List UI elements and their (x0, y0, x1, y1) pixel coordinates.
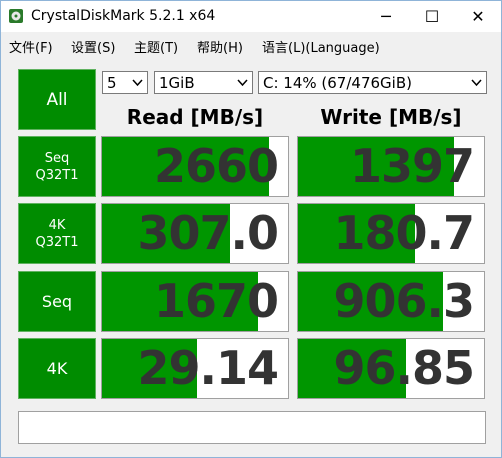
close-button[interactable]: ✕ (455, 1, 501, 32)
menu-file[interactable]: 文件(F) (9, 37, 53, 56)
comment-field[interactable] (18, 411, 486, 444)
write-value: 906.3 (333, 274, 475, 328)
menu-settings[interactable]: 设置(S) (71, 37, 115, 56)
title-bar: CrystalDiskMark 5.2.1 x64 ─ ☐ ✕ (1, 1, 501, 32)
seq-q32t1-button[interactable]: Seq Q32T1 (18, 136, 96, 197)
row-label-1: Seq (44, 150, 70, 166)
minimize-button[interactable]: ─ (363, 1, 409, 32)
drive-select[interactable]: C: 14% (67/476GiB) (258, 71, 487, 94)
seq-button[interactable]: Seq (18, 271, 96, 332)
seq-write-cell: 906.3 (297, 271, 485, 332)
row-label-2: Q32T1 (35, 234, 79, 250)
read-header: Read [MB/s] (126, 105, 264, 129)
row-label-1: Seq (41, 292, 73, 311)
write-value: 1397 (349, 139, 475, 193)
drive-value: C: 14% (67/476GiB) (263, 74, 412, 92)
window-title: CrystalDiskMark 5.2.1 x64 (31, 8, 216, 24)
4k-q32t1-read-cell: 307.0 (101, 203, 289, 264)
read-value: 29.14 (137, 341, 279, 395)
write-header: Write [MB/s] (320, 105, 462, 129)
size-select[interactable]: 1GiB (154, 71, 253, 94)
row-label-1: 4K (48, 217, 66, 233)
menu-bar: 文件(F) 设置(S) 主题(T) 帮助(H) 语言(L)(Language) (1, 32, 501, 58)
menu-help[interactable]: 帮助(H) (197, 37, 243, 56)
chevron-down-icon (132, 79, 143, 87)
count-select[interactable]: 5 (102, 71, 148, 94)
read-value: 307.0 (137, 206, 279, 260)
row-label-1: 4K (46, 359, 68, 378)
menu-language[interactable]: 语言(L)(Language) (262, 37, 380, 56)
seq-q32t1-read-cell: 2660 (101, 136, 289, 197)
seq-q32t1-write-cell: 1397 (297, 136, 485, 197)
menu-theme[interactable]: 主题(T) (134, 37, 178, 56)
read-value: 1670 (153, 274, 279, 328)
count-value: 5 (107, 74, 117, 92)
seq-read-cell: 1670 (101, 271, 289, 332)
all-button[interactable]: All (18, 69, 96, 130)
4k-write-cell: 96.85 (297, 338, 485, 399)
chevron-down-icon (237, 79, 248, 87)
row-label-2: Q32T1 (35, 167, 79, 183)
4k-button[interactable]: 4K (18, 338, 96, 399)
size-value: 1GiB (159, 74, 195, 92)
app-window: CrystalDiskMark 5.2.1 x64 ─ ☐ ✕ 文件(F) 设置… (0, 0, 502, 458)
4k-q32t1-button[interactable]: 4K Q32T1 (18, 203, 96, 264)
4k-q32t1-write-cell: 180.7 (297, 203, 485, 264)
4k-read-cell: 29.14 (101, 338, 289, 399)
read-value: 2660 (153, 139, 279, 193)
app-icon (9, 9, 23, 23)
write-value: 96.85 (333, 341, 475, 395)
maximize-button[interactable]: ☐ (409, 1, 455, 32)
chevron-down-icon (471, 79, 482, 87)
write-value: 180.7 (333, 206, 475, 260)
